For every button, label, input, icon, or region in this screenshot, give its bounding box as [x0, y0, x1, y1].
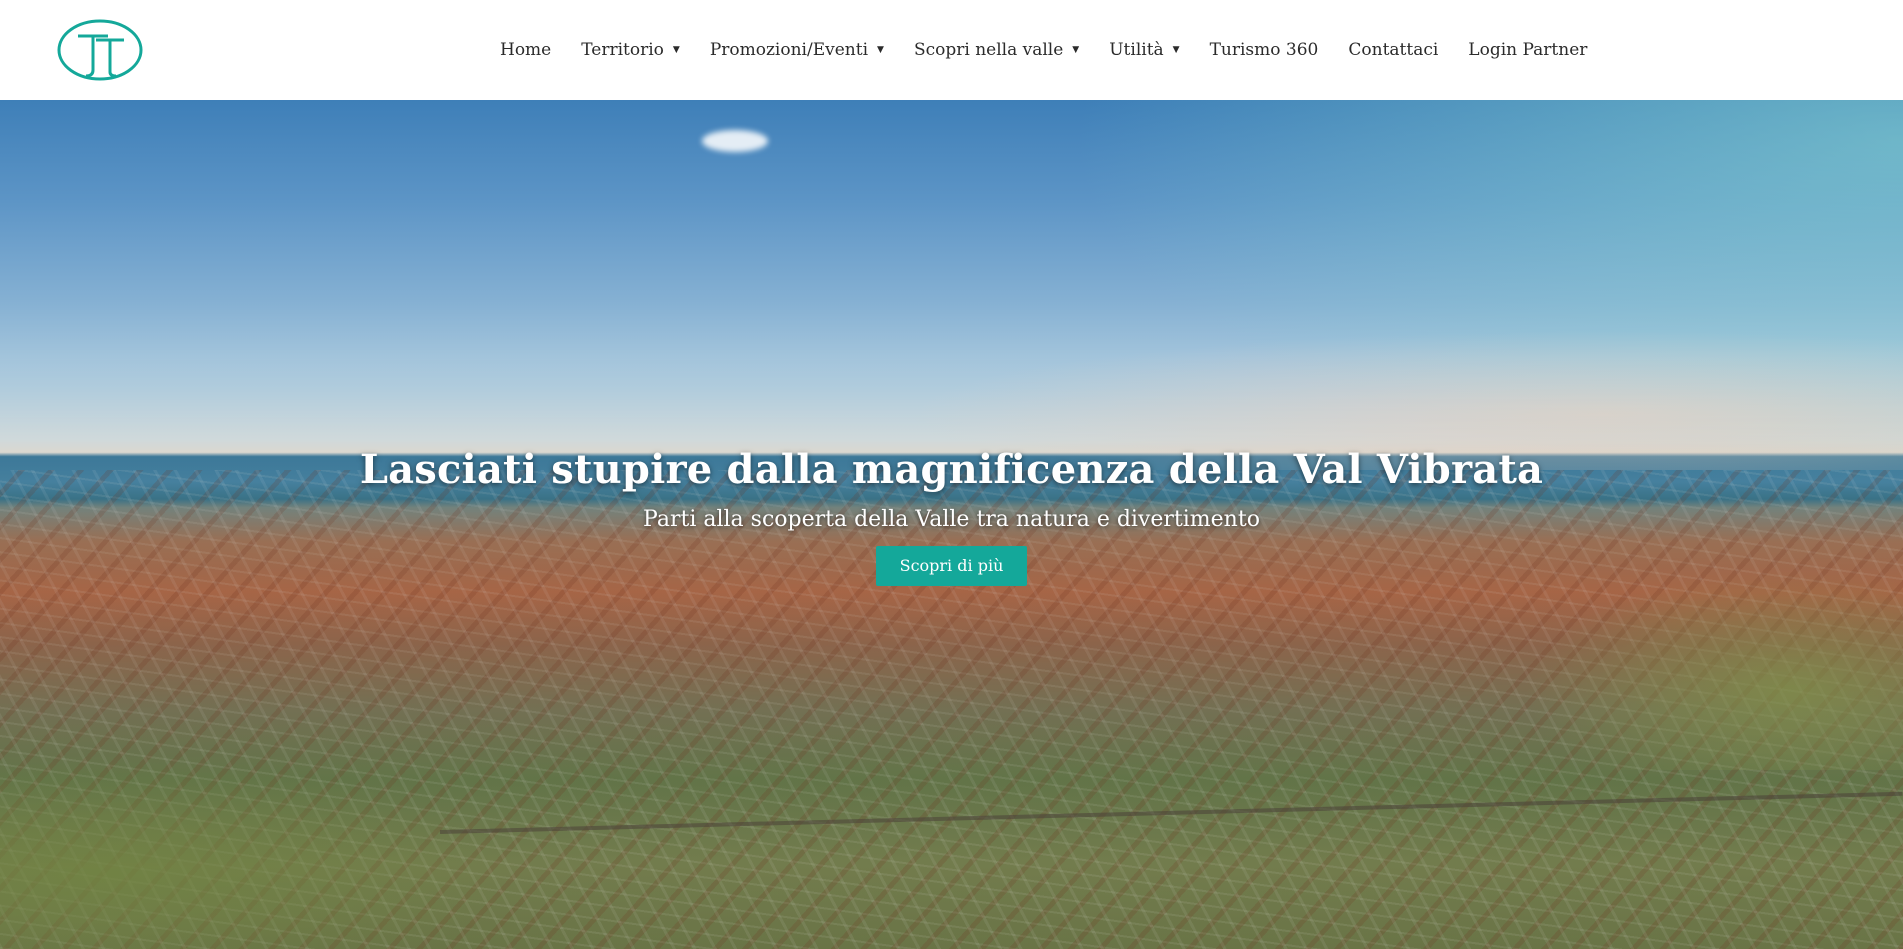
nav-item-label: Contattaci	[1348, 40, 1439, 60]
nav-item-login-partner[interactable]: Login Partner	[1468, 40, 1587, 60]
caret-down-icon: ▼	[1172, 45, 1180, 55]
hero-content: Lasciati stupire dalla magnificenza dell…	[0, 446, 1903, 586]
nav-item-territorio[interactable]: Territorio ▼	[581, 40, 680, 60]
site-header: Home Territorio ▼ Promozioni/Eventi ▼ Sc…	[0, 0, 1903, 100]
nav-item-home[interactable]: Home	[500, 40, 551, 60]
caret-down-icon: ▼	[877, 45, 884, 55]
nav-item-label: Territorio	[581, 40, 664, 60]
nav-item-utilita[interactable]: Utilità ▼	[1109, 40, 1179, 60]
nav-item-scopri-nella-valle[interactable]: Scopri nella valle ▼	[914, 40, 1079, 60]
scopri-di-piu-button[interactable]: Scopri di più	[875, 546, 1028, 586]
caret-down-icon: ▼	[1072, 45, 1080, 55]
caret-down-icon: ▼	[672, 45, 680, 55]
tt-logo-icon[interactable]	[56, 18, 144, 82]
hero-subtitle: Parti alla scoperta della Valle tra natu…	[643, 507, 1260, 532]
nav-item-label: Home	[500, 40, 552, 60]
nav-item-promozioni-eventi[interactable]: Promozioni/Eventi ▼	[710, 40, 884, 60]
nav-item-label: Utilità	[1109, 40, 1164, 60]
nav-item-contattaci[interactable]: Contattaci	[1348, 40, 1438, 60]
nav-item-label: Turismo 360	[1209, 40, 1319, 60]
main-nav: Home Territorio ▼ Promozioni/Eventi ▼ Sc…	[500, 0, 1617, 100]
hero-title: Lasciati stupire dalla magnificenza dell…	[359, 446, 1544, 493]
nav-item-label: Login Partner	[1468, 40, 1588, 60]
nav-item-turismo-360[interactable]: Turismo 360	[1210, 40, 1319, 60]
nav-item-label: Promozioni/Eventi	[709, 40, 869, 60]
nav-item-label: Scopri nella valle	[913, 40, 1064, 60]
